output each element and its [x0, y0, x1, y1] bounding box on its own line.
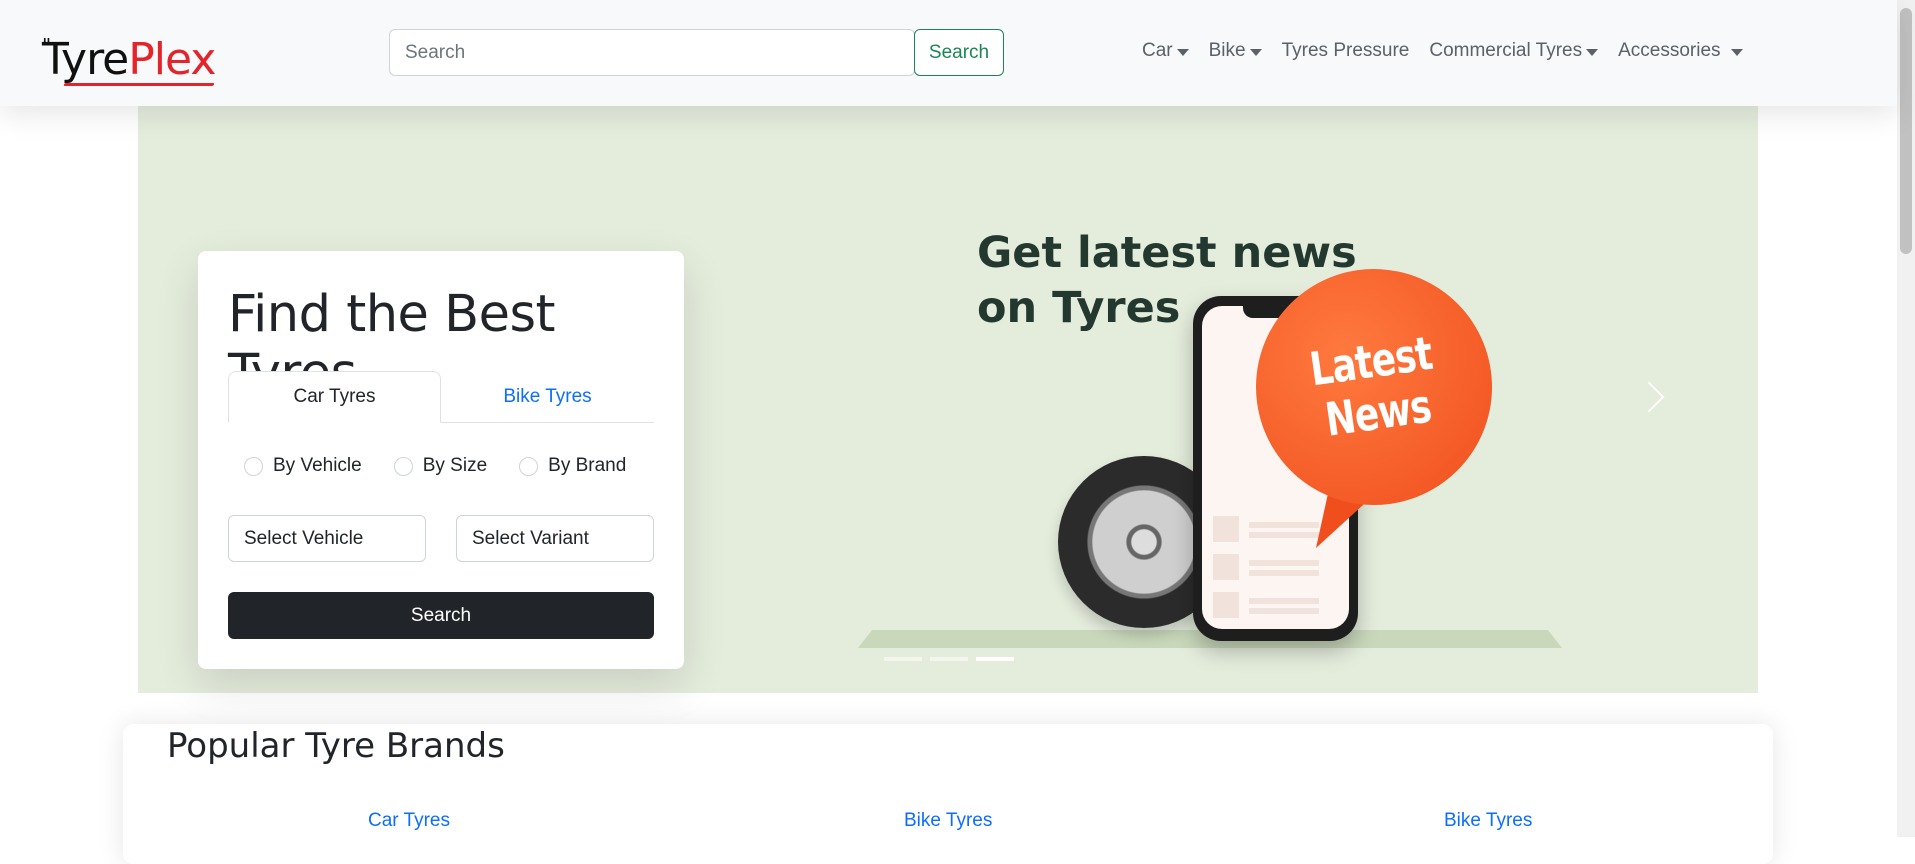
- carousel-indicator-3[interactable]: [976, 657, 1014, 661]
- carousel-indicator-1[interactable]: [884, 657, 922, 661]
- tab-car-tyres[interactable]: Car Tyres: [228, 371, 441, 423]
- chevron-down-icon: [1730, 48, 1743, 56]
- popular-brands-section: Popular Tyre Brands Car Tyres Bike Tyres…: [123, 724, 1773, 864]
- search-button[interactable]: Search: [914, 29, 1004, 76]
- carousel-next-icon[interactable]: [1633, 381, 1665, 413]
- radio-circle-icon: [393, 456, 413, 476]
- radio-by-vehicle[interactable]: By Vehicle: [244, 455, 362, 477]
- menu-item-bike[interactable]: Bike: [1209, 40, 1262, 62]
- radio-circle-icon: [519, 456, 539, 476]
- carousel-indicator-2[interactable]: [930, 657, 968, 661]
- radio-by-brand[interactable]: By Brand: [519, 455, 626, 477]
- main-menu: Car Bike Tyres Pressure Commercial Tyres…: [1142, 40, 1743, 62]
- finder-search-button[interactable]: Search: [228, 592, 654, 639]
- chevron-down-icon: [1586, 48, 1599, 56]
- radio-by-size[interactable]: By Size: [393, 455, 487, 477]
- menu-item-accessories[interactable]: Accessories: [1618, 40, 1743, 62]
- menu-item-tyres-pressure[interactable]: Tyres Pressure: [1282, 40, 1410, 62]
- search-input[interactable]: Search: [389, 29, 915, 76]
- tyre-finder-card: Find the Best Tyres Car Tyres Bike Tyres…: [198, 251, 684, 669]
- brand-link-car-tyres[interactable]: Car Tyres: [368, 810, 450, 832]
- section-title: Popular Tyre Brands: [167, 726, 505, 766]
- search-mode-radios: By Vehicle By Size By Brand: [244, 455, 626, 477]
- brand-link-bike-tyres[interactable]: Bike Tyres: [904, 810, 992, 832]
- carousel-indicators: [884, 657, 1014, 661]
- finder-tabs: Car Tyres Bike Tyres: [228, 371, 654, 423]
- select-vehicle[interactable]: Select Vehicle: [228, 515, 426, 562]
- chevron-down-icon: [1249, 48, 1262, 56]
- radio-circle-icon: [244, 456, 263, 476]
- chevron-down-icon: [1176, 48, 1189, 56]
- scrollbar-thumb[interactable]: [1900, 8, 1912, 254]
- menu-item-commercial-tyres[interactable]: Commercial Tyres: [1429, 40, 1599, 62]
- brand-link-bike-tyres-2[interactable]: Bike Tyres: [1444, 810, 1532, 832]
- menu-item-car[interactable]: Car: [1142, 40, 1189, 62]
- tyreplex-logo[interactable]: " Tyre Plex: [42, 26, 216, 86]
- top-navbar: " Tyre Plex Search Search Car Bike Tyres P…: [0, 0, 1897, 106]
- tab-bike-tyres[interactable]: Bike Tyres: [441, 371, 654, 423]
- select-variant[interactable]: Select Variant: [456, 515, 654, 562]
- page-scrollbar[interactable]: [1897, 0, 1915, 837]
